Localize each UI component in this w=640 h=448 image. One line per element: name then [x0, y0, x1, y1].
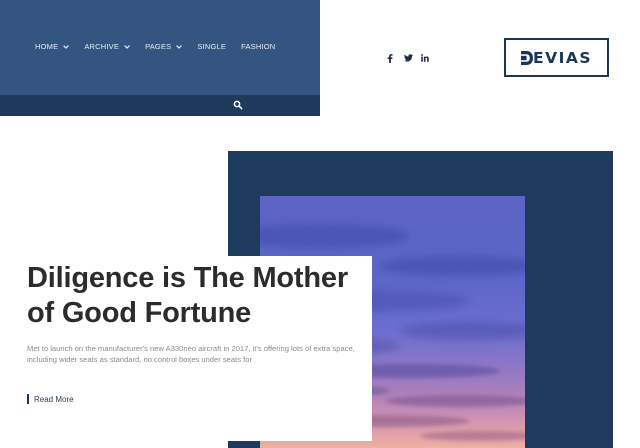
- read-more-link[interactable]: Read More: [27, 394, 74, 404]
- read-more-label: Read More: [34, 394, 74, 404]
- nav-item-label: HOME: [35, 42, 59, 51]
- search-icon[interactable]: [233, 100, 243, 110]
- logo-mark-icon: [520, 50, 533, 65]
- nav-item-label: SINGLE: [197, 42, 227, 51]
- logo-text: EVIAS: [532, 48, 592, 67]
- chevron-down-icon: [124, 44, 130, 49]
- nav-item-label: FASHION: [241, 42, 276, 51]
- read-more-accent: [27, 394, 29, 404]
- chevron-down-icon: [176, 44, 183, 49]
- nav-item-label: PAGES: [145, 42, 172, 51]
- linkedin-icon[interactable]: [420, 53, 430, 63]
- nav-item-home[interactable]: HOME: [35, 42, 70, 51]
- hero-title[interactable]: Diligence is The Mother of Good Fortune: [27, 261, 367, 331]
- main-nav: HOME ARCHIVE PAGES SINGLE FASHION: [35, 42, 290, 51]
- nav-item-single[interactable]: SINGLE: [197, 42, 226, 51]
- logo[interactable]: EVIAS: [504, 38, 609, 77]
- twitter-icon[interactable]: [403, 53, 413, 63]
- search-bar: [0, 95, 320, 116]
- hero-excerpt: Met to launch on the manufacturer's new …: [27, 344, 355, 364]
- nav-item-label: ARCHIVE: [84, 42, 120, 51]
- facebook-icon[interactable]: [385, 53, 395, 63]
- nav-item-pages[interactable]: PAGES: [145, 42, 183, 51]
- nav-item-fashion[interactable]: FASHION: [241, 42, 275, 51]
- nav-item-archive[interactable]: ARCHIVE: [84, 42, 130, 51]
- chevron-down-icon: [63, 44, 70, 49]
